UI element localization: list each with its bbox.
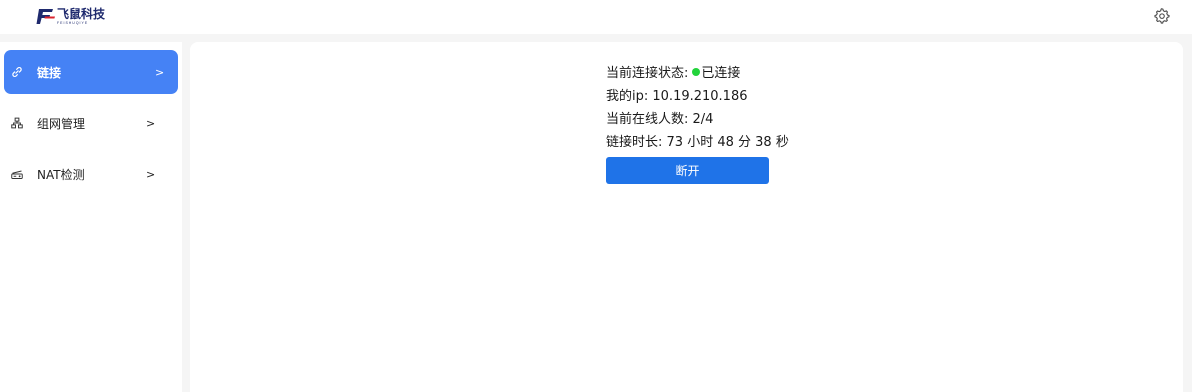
sidebar: 链接 > 组网管理 > NAT检测 > — [0, 42, 182, 392]
ip-row: 我的ip: 10.19.210.186 — [606, 89, 748, 105]
gear-icon[interactable] — [1153, 7, 1170, 24]
sidebar-item-network[interactable]: 组网管理 > — [4, 101, 178, 145]
status-label: 当前连接状态: — [606, 66, 689, 81]
online-value: 2/4 — [692, 112, 714, 127]
sidebar-item-nat[interactable]: NAT检测 > — [4, 152, 178, 196]
ip-value: 10.19.210.186 — [652, 89, 748, 104]
connection-status-row: 当前连接状态: 已连接 — [606, 66, 740, 82]
logo: 飞鼠科技 FEISHUQIYE — [36, 7, 105, 27]
router-icon — [11, 170, 23, 179]
link-icon — [12, 67, 22, 77]
duration-value: 73 小时 48 分 38 秒 — [666, 135, 789, 150]
status-value: 已连接 — [701, 66, 741, 81]
disconnect-button[interactable]: 断开 — [606, 157, 769, 184]
logo-mark-icon — [36, 9, 55, 24]
chevron-right-icon: > — [146, 116, 156, 130]
network-icon — [11, 117, 23, 129]
online-label: 当前在线人数: — [606, 112, 689, 127]
status-dot-icon — [692, 68, 701, 76]
chevron-right-icon: > — [155, 65, 165, 79]
sidebar-item-label: 链接 — [37, 65, 62, 80]
ip-label: 我的ip: — [606, 89, 649, 104]
sidebar-item-link[interactable]: 链接 > — [4, 50, 178, 94]
chevron-right-icon: > — [146, 167, 156, 181]
sidebar-item-label: NAT检测 — [37, 167, 85, 182]
logo-text: 飞鼠科技 — [57, 7, 106, 21]
logo-subtext: FEISHUQIYE — [57, 21, 89, 25]
duration-row: 链接时长: 73 小时 48 分 38 秒 — [606, 135, 789, 151]
sidebar-item-label: 组网管理 — [37, 116, 86, 131]
top-bar: 飞鼠科技 FEISHUQIYE — [0, 0, 1192, 34]
duration-label: 链接时长: — [606, 135, 663, 150]
online-count-row: 当前在线人数: 2/4 — [606, 112, 713, 128]
main-panel: 当前连接状态: 已连接 我的ip: 10.19.210.186 当前在线人数: 2… — [190, 42, 1183, 392]
